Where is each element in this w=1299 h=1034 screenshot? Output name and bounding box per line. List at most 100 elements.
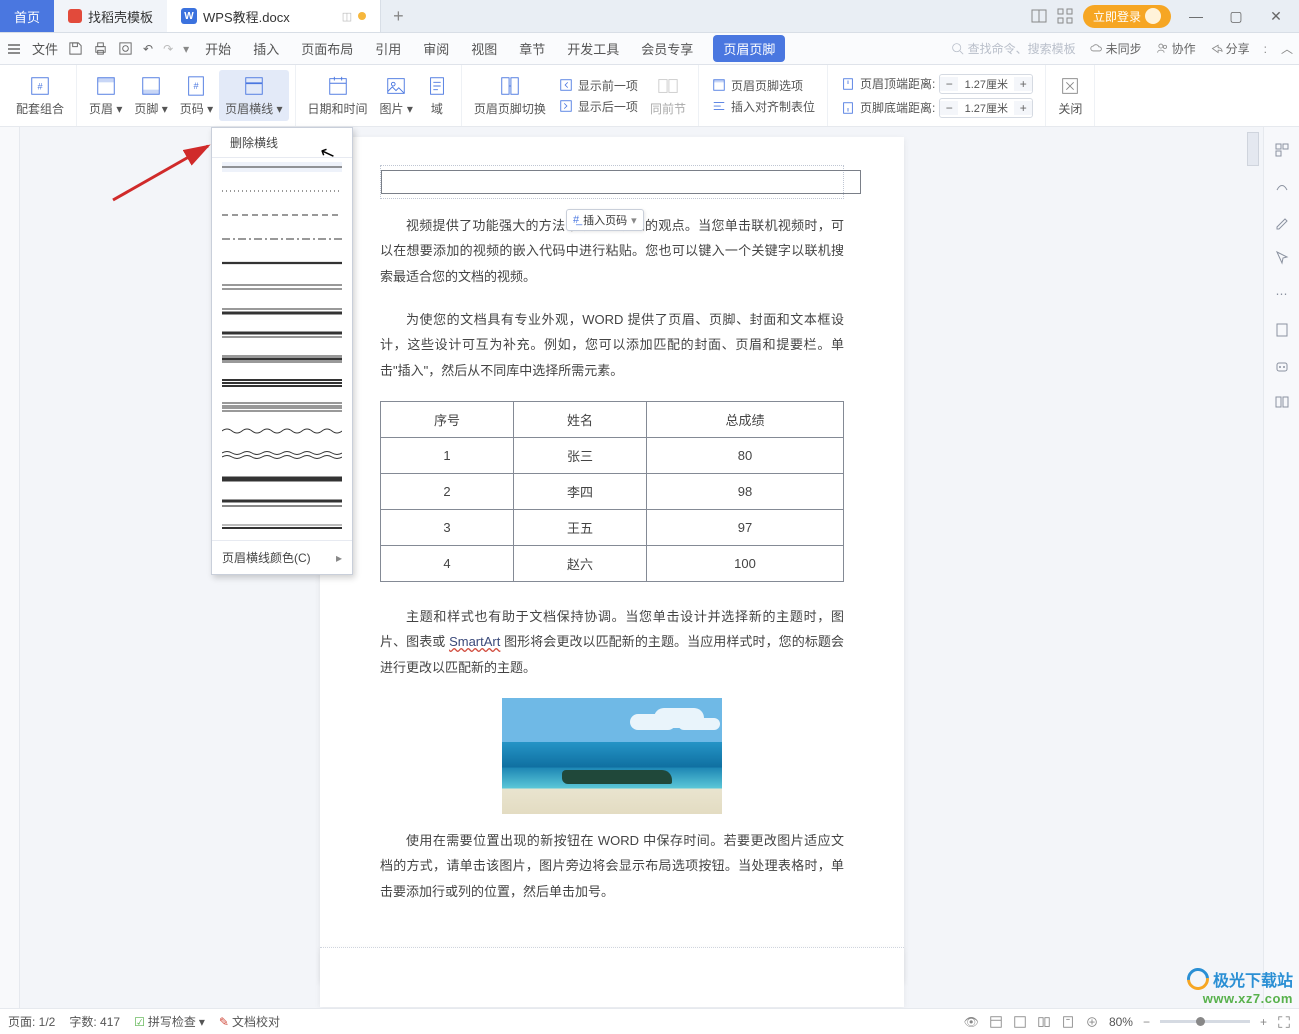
undo-icon[interactable]: ↶ bbox=[143, 42, 153, 56]
redo-icon[interactable]: ↷ bbox=[163, 42, 173, 56]
line-style-double[interactable] bbox=[222, 282, 342, 292]
sidebar-settings-icon[interactable] bbox=[1273, 141, 1291, 159]
menu-review[interactable]: 审阅 bbox=[421, 35, 451, 62]
sidebar-pen-icon[interactable] bbox=[1273, 213, 1291, 231]
menu-insert[interactable]: 插入 bbox=[251, 35, 281, 62]
close-window-button[interactable]: ✕ bbox=[1261, 8, 1291, 25]
qat-dropdown-icon[interactable]: ▾ bbox=[183, 42, 189, 56]
line-style-thick-thin[interactable] bbox=[222, 330, 342, 340]
document-page: #̲ 插入页码 ▾ 视频提供了功能强大的方法帮助您证明您的观点。当您单击联机视频… bbox=[320, 137, 904, 982]
command-search[interactable]: 查找命令、搜索模板 bbox=[951, 40, 1076, 57]
minimize-button[interactable]: — bbox=[1181, 8, 1211, 24]
line-style-dashed[interactable] bbox=[222, 210, 342, 220]
zoom-in-button[interactable]: + bbox=[1260, 1015, 1267, 1029]
coop-button[interactable]: 协作 bbox=[1156, 40, 1196, 57]
rb-close[interactable]: 关闭 bbox=[1052, 70, 1088, 121]
status-words[interactable]: 字数: 417 bbox=[69, 1013, 120, 1030]
preview-icon[interactable] bbox=[118, 41, 133, 56]
dec-button[interactable]: − bbox=[940, 77, 958, 91]
hamburger-icon[interactable] bbox=[6, 41, 22, 57]
rb-picture[interactable]: 图片 ▾ bbox=[374, 70, 419, 121]
line-style-dashdot[interactable] bbox=[222, 234, 342, 244]
zoom-slider[interactable] bbox=[1160, 1020, 1250, 1023]
line-style-gradient-thick[interactable] bbox=[222, 498, 342, 508]
line-style-thick-double[interactable] bbox=[222, 378, 342, 388]
maximize-button[interactable]: ▢ bbox=[1221, 8, 1251, 25]
rb-field[interactable]: 域 bbox=[419, 70, 455, 121]
line-style-dotted[interactable] bbox=[222, 186, 342, 196]
rb-hf-switch[interactable]: 页眉页脚切换 bbox=[468, 70, 552, 121]
tab-home[interactable]: 首页 bbox=[0, 0, 54, 32]
fit-icon[interactable] bbox=[1085, 1015, 1099, 1029]
view-mode-2-icon[interactable] bbox=[1013, 1015, 1027, 1029]
header-content-box[interactable] bbox=[381, 170, 861, 194]
collapse-ribbon-icon[interactable]: ︿ bbox=[1281, 40, 1293, 57]
rb-same-prev[interactable]: 同前节 bbox=[644, 70, 692, 121]
share-button[interactable]: 分享 bbox=[1210, 40, 1250, 57]
menu-layout[interactable]: 页面布局 bbox=[299, 35, 355, 62]
inc-button[interactable]: + bbox=[1014, 77, 1032, 91]
dec-button[interactable]: − bbox=[940, 101, 958, 115]
sidebar-more-icon[interactable]: ⋯ bbox=[1273, 285, 1291, 303]
sync-status[interactable]: 未同步 bbox=[1090, 40, 1142, 57]
rb-hf-options[interactable]: 页眉页脚选项 bbox=[711, 77, 815, 94]
rb-align-tab[interactable]: 插入对齐制表位 bbox=[711, 98, 815, 115]
insert-page-number-popup[interactable]: #̲ 插入页码 ▾ bbox=[566, 209, 644, 231]
rb-header[interactable]: 页眉 ▾ bbox=[83, 70, 128, 121]
line-style-triple[interactable] bbox=[222, 354, 342, 364]
new-tab-button[interactable]: + bbox=[381, 0, 416, 32]
rb-show-next[interactable]: 显示后一项 bbox=[558, 98, 638, 115]
line-style-emboss[interactable] bbox=[222, 522, 342, 532]
menu-start[interactable]: 开始 bbox=[203, 35, 233, 62]
rb-header-line[interactable]: 页眉横线 ▾ bbox=[219, 70, 288, 121]
line-style-wavy[interactable] bbox=[222, 426, 342, 436]
sidebar-clip-icon[interactable] bbox=[1273, 321, 1291, 339]
inc-button[interactable]: + bbox=[1014, 101, 1032, 115]
line-style-wavy-double[interactable] bbox=[222, 450, 342, 460]
menu-chapter[interactable]: 章节 bbox=[517, 35, 547, 62]
sidebar-book-icon[interactable] bbox=[1273, 393, 1291, 411]
rb-show-prev[interactable]: 显示前一项 bbox=[558, 77, 638, 94]
tab-document[interactable]: W WPS教程.docx ◫ bbox=[167, 0, 381, 32]
status-spell[interactable]: ☑拼写检查 ▾ bbox=[134, 1013, 205, 1030]
menu-member[interactable]: 会员专享 bbox=[639, 35, 695, 62]
sidebar-style-icon[interactable] bbox=[1273, 177, 1291, 195]
status-proof[interactable]: ✎文档校对 bbox=[219, 1013, 280, 1030]
line-style-quad[interactable] bbox=[222, 402, 342, 412]
menu-view[interactable]: 视图 bbox=[469, 35, 499, 62]
layout-switch-icon[interactable] bbox=[1031, 8, 1047, 24]
rb-footer[interactable]: 页脚 ▾ bbox=[128, 70, 173, 121]
zoom-out-button[interactable]: − bbox=[1143, 1015, 1150, 1029]
menu-header-footer[interactable]: 页眉页脚 bbox=[713, 35, 785, 62]
view-mode-4-icon[interactable] bbox=[1061, 1015, 1075, 1029]
file-menu[interactable]: 文件 bbox=[32, 39, 58, 58]
rb-pageno[interactable]: #页码 ▾ bbox=[174, 70, 219, 121]
sidebar-select-icon[interactable] bbox=[1273, 249, 1291, 267]
bottom-dist-spinner[interactable]: −1.27厘米+ bbox=[939, 98, 1033, 118]
sidebar-robot-icon[interactable] bbox=[1273, 357, 1291, 375]
header-area[interactable] bbox=[380, 165, 844, 199]
menu-ref[interactable]: 引用 bbox=[373, 35, 403, 62]
fullscreen-icon[interactable] bbox=[1277, 1015, 1291, 1029]
status-page[interactable]: 页面: 1/2 bbox=[8, 1013, 55, 1030]
top-dist-spinner[interactable]: −1.27厘米+ bbox=[939, 74, 1033, 94]
ribbon: #配套组合 页眉 ▾ 页脚 ▾ #页码 ▾ 页眉横线 ▾ 日期和时间 图片 ▾ … bbox=[0, 65, 1299, 127]
line-style-heavy[interactable] bbox=[222, 474, 342, 484]
rb-top-dist: 页眉顶端距离: −1.27厘米+ bbox=[840, 74, 1033, 94]
apps-icon[interactable] bbox=[1057, 8, 1073, 24]
view-eye-icon[interactable]: 👁 bbox=[964, 1015, 979, 1029]
save-icon[interactable] bbox=[68, 41, 83, 56]
line-color-option[interactable]: 页眉横线颜色(C) ▸ bbox=[212, 540, 352, 574]
line-style-thin-thick[interactable] bbox=[222, 306, 342, 316]
rb-combo[interactable]: #配套组合 bbox=[10, 70, 70, 121]
line-style-medium[interactable] bbox=[222, 258, 342, 268]
view-mode-3-icon[interactable] bbox=[1037, 1015, 1051, 1029]
minimap-thumb[interactable] bbox=[1247, 132, 1259, 166]
view-mode-1-icon[interactable] bbox=[989, 1015, 1003, 1029]
print-icon[interactable] bbox=[93, 41, 108, 56]
menu-dev[interactable]: 开发工具 bbox=[565, 35, 621, 62]
zoom-value[interactable]: 80% bbox=[1109, 1015, 1133, 1029]
rb-datetime[interactable]: 日期和时间 bbox=[302, 70, 374, 121]
tab-template[interactable]: 找稻壳模板 bbox=[54, 0, 167, 32]
login-button[interactable]: 立即登录 bbox=[1083, 5, 1171, 28]
